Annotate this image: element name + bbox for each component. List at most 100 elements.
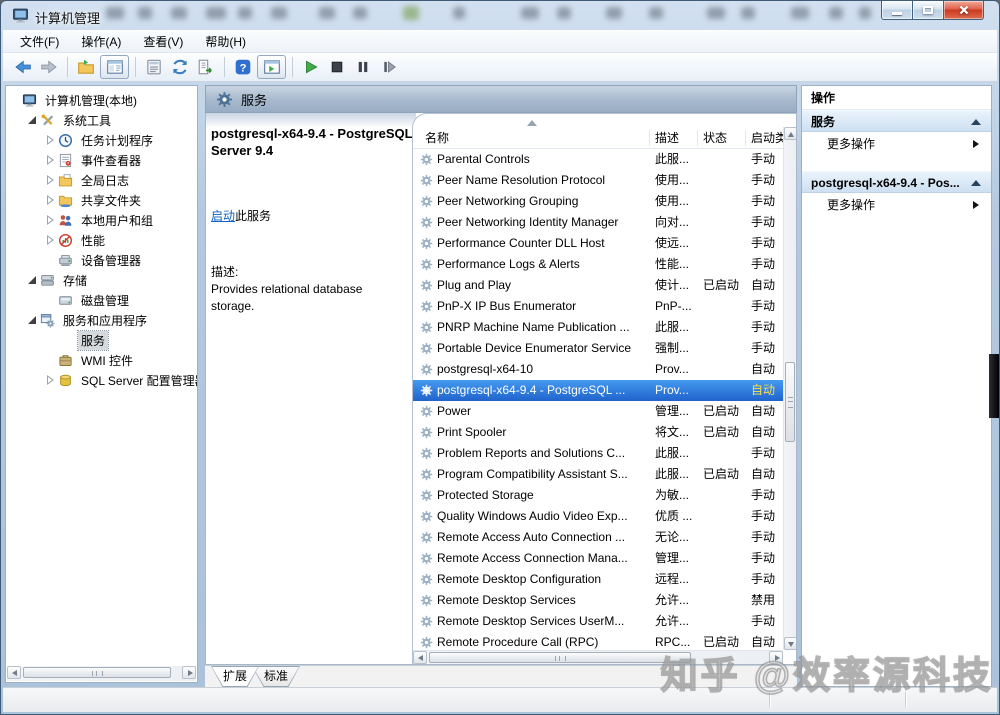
tab-standard[interactable]: 标准 (252, 666, 300, 687)
shared-folders-icon (58, 193, 73, 208)
collapsed-arrow-icon[interactable] (42, 232, 58, 248)
tree-item-services-apps[interactable]: 服务和应用程序 (6, 310, 197, 330)
tree-item-scheduler[interactable]: 任务计划程序 (6, 130, 197, 150)
collapsed-arrow-icon[interactable] (42, 172, 58, 188)
tree-item-tools[interactable]: 系统工具 (6, 110, 197, 130)
service-row[interactable]: Parental Controls 此服... 手动 (413, 149, 783, 170)
console-window-button[interactable] (100, 55, 129, 79)
tree-item-wmi[interactable]: WMI 控件 (6, 350, 197, 370)
menu-item[interactable]: 文件(F) (9, 30, 70, 53)
minimize-button[interactable] (881, 1, 913, 20)
service-row[interactable]: Plug and Play 使计... 已启动 自动 (413, 275, 783, 296)
actions-section-postgresql[interactable]: postgresql-x64-9.4 - Pos... (802, 171, 991, 193)
column-header-startup-type[interactable]: 启动类型 (751, 127, 785, 149)
sort-ascending-icon (527, 120, 537, 126)
collapse-icon[interactable] (971, 119, 981, 125)
scroll-right-button[interactable] (182, 666, 196, 679)
tree-item-label: 存储 (63, 273, 88, 288)
service-row[interactable]: Peer Name Resolution Protocol 使用... 手动 (413, 170, 783, 191)
service-name: Remote Procedure Call (RPC) (437, 635, 599, 649)
service-startup-type: 手动 (751, 551, 776, 565)
column-divider[interactable] (697, 130, 698, 146)
export-list-button[interactable] (194, 55, 218, 79)
help-button[interactable] (231, 55, 255, 79)
service-row[interactable]: Problem Reports and Solutions C... 此服...… (413, 443, 783, 464)
forward-button[interactable] (37, 55, 61, 79)
export-folder-button[interactable] (74, 55, 98, 79)
scrollbar-thumb[interactable] (23, 667, 171, 678)
collapsed-arrow-icon[interactable] (42, 212, 58, 228)
column-header-status[interactable]: 状态 (703, 127, 747, 149)
console-play-button[interactable] (257, 55, 286, 79)
tree-item-computer[interactable]: 计算机管理(本地) (6, 90, 197, 110)
more-actions-services[interactable]: 更多操作 (802, 132, 991, 157)
close-button[interactable] (943, 1, 984, 20)
maximize-button[interactable] (912, 1, 944, 20)
restart-service-button[interactable] (377, 55, 401, 79)
menu-item[interactable]: 帮助(H) (194, 30, 257, 53)
expanded-arrow-icon[interactable] (24, 312, 40, 328)
collapsed-arrow-icon[interactable] (42, 132, 58, 148)
back-button[interactable] (11, 55, 35, 79)
service-row[interactable]: Portable Device Enumerator Service 强制...… (413, 338, 783, 359)
tree-item-shared-folders[interactable]: 共享文件夹 (6, 190, 197, 210)
pause-service-button[interactable] (351, 55, 375, 79)
properties-button[interactable] (142, 55, 166, 79)
collapsed-arrow-icon[interactable] (42, 192, 58, 208)
tree-item-disk-management[interactable]: 磁盘管理 (6, 290, 197, 310)
actions-section-services[interactable]: 服务 (802, 110, 991, 132)
tree-horizontal-scrollbar[interactable] (7, 666, 196, 681)
service-row[interactable]: Remote Access Connection Mana... 管理... 手… (413, 548, 783, 569)
scrollbar-thumb[interactable] (429, 652, 691, 663)
service-row[interactable]: Peer Networking Grouping 使用... 手动 (413, 191, 783, 212)
service-row[interactable]: Print Spooler 将文... 已启动 自动 (413, 422, 783, 443)
service-row[interactable]: Remote Access Auto Connection ... 无论... … (413, 527, 783, 548)
scroll-left-button[interactable] (7, 666, 21, 679)
service-row[interactable]: Performance Counter DLL Host 使远... 手动 (413, 233, 783, 254)
service-row[interactable]: Peer Networking Identity Manager 向对... 手… (413, 212, 783, 233)
service-row[interactable]: PNRP Machine Name Publication ... 此服... … (413, 317, 783, 338)
menu-item[interactable]: 查看(V) (132, 30, 194, 53)
column-header-description[interactable]: 描述 (655, 127, 699, 149)
scroll-up-button[interactable] (784, 127, 796, 140)
service-row[interactable]: Program Compatibility Assistant S... 此服.… (413, 464, 783, 485)
service-row[interactable]: Remote Desktop Services UserM... 允许... 手… (413, 611, 783, 632)
tree-item-storage[interactable]: 存储 (6, 270, 197, 290)
list-vertical-scrollbar[interactable] (783, 127, 796, 650)
collapse-icon[interactable] (971, 180, 981, 186)
scroll-left-button[interactable] (413, 651, 427, 664)
service-row[interactable]: postgresql-x64-10 Prov... 自动 (413, 359, 783, 380)
service-row[interactable]: Performance Logs & Alerts 性能... 手动 (413, 254, 783, 275)
tree-item-performance[interactable]: 性能 (6, 230, 197, 250)
service-row[interactable]: Power 管理... 已启动 自动 (413, 401, 783, 422)
tree-item-local-users[interactable]: 本地用户和组 (6, 210, 197, 230)
stop-service-button[interactable] (325, 55, 349, 79)
scrollbar-thumb[interactable] (785, 362, 795, 442)
service-row[interactable]: postgresql-x64-9.4 - PostgreSQL ... Prov… (413, 380, 783, 401)
tree-item-sql-config[interactable]: SQL Server 配置管理器 (6, 370, 197, 390)
column-header-name[interactable]: 名称 (425, 127, 625, 149)
service-row[interactable]: Quality Windows Audio Video Exp... 优质 ..… (413, 506, 783, 527)
collapsed-arrow-icon[interactable] (42, 152, 58, 168)
tree-item-logs[interactable]: 全局日志 (6, 170, 197, 190)
tree-item-event-viewer[interactable]: 事件查看器 (6, 150, 197, 170)
more-actions-postgresql[interactable]: 更多操作 (802, 193, 991, 218)
tree-item-services[interactable]: 服务 (6, 329, 197, 351)
service-row[interactable]: Protected Storage 为敏... 手动 (413, 485, 783, 506)
refresh-button[interactable] (168, 55, 192, 79)
tab-extended[interactable]: 扩展 (211, 666, 259, 687)
expanded-arrow-icon[interactable] (24, 272, 40, 288)
column-divider[interactable] (649, 130, 650, 146)
service-name: Remote Desktop Configuration (437, 572, 602, 586)
service-row[interactable]: Remote Desktop Services 允许... 禁用 (413, 590, 783, 611)
collapsed-arrow-icon[interactable] (42, 372, 58, 388)
tree-item-device-manager[interactable]: 设备管理器 (6, 250, 197, 270)
titlebar[interactable]: 计算机管理 (1, 1, 999, 30)
start-service-button[interactable] (299, 55, 323, 79)
column-divider[interactable] (745, 130, 746, 146)
menu-item[interactable]: 操作(A) (70, 30, 132, 53)
service-row[interactable]: Remote Desktop Configuration 远程... 手动 (413, 569, 783, 590)
expanded-arrow-icon[interactable] (24, 112, 40, 128)
start-service-link[interactable]: 启动 (211, 209, 235, 223)
service-row[interactable]: PnP-X IP Bus Enumerator PnP-... 手动 (413, 296, 783, 317)
